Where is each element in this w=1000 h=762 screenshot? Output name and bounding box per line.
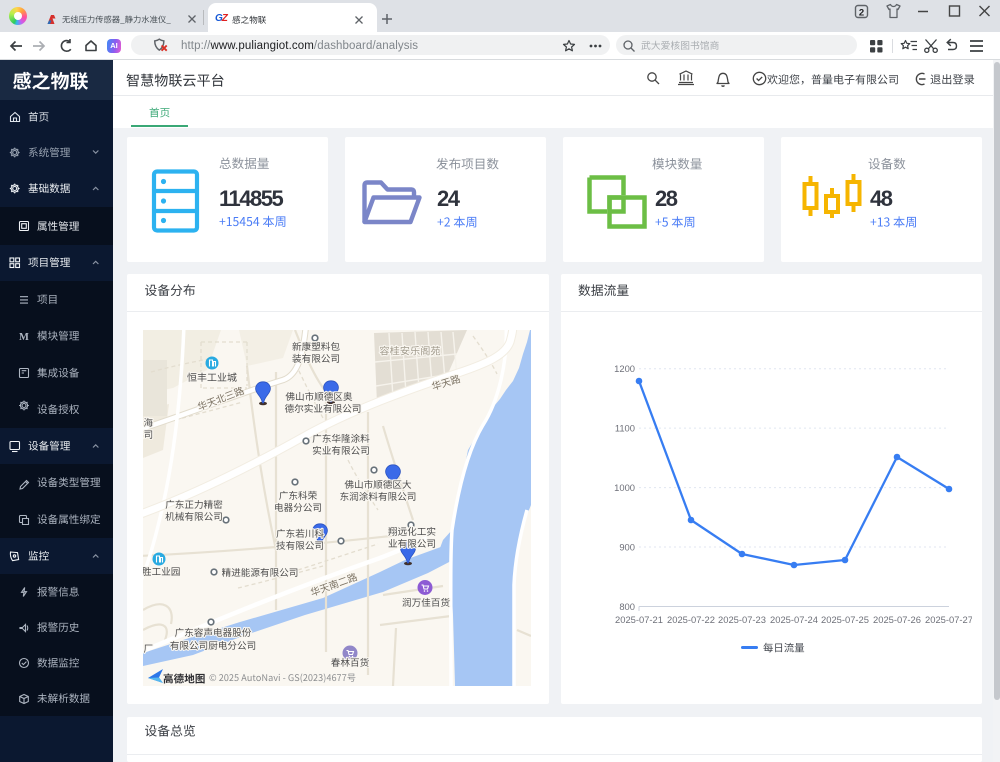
svg-text:2025-07-26: 2025-07-26 [873, 614, 921, 625]
svg-text:2025-07-25: 2025-07-25 [821, 614, 869, 625]
svg-text:2025-07-21: 2025-07-21 [615, 614, 663, 625]
svg-text:2025-07-23: 2025-07-23 [718, 614, 766, 625]
svg-text:2: 2 [859, 8, 864, 19]
svg-text:M: M [19, 332, 29, 343]
svg-text:2025-07-27: 2025-07-27 [925, 614, 972, 625]
svg-text:1200: 1200 [614, 363, 635, 374]
svg-text:2025-07-24: 2025-07-24 [770, 614, 818, 625]
svg-text:800: 800 [619, 601, 635, 612]
svg-text:900: 900 [619, 542, 635, 553]
svg-text:1100: 1100 [615, 423, 635, 434]
svg-text:1000: 1000 [614, 482, 635, 493]
svg-text:2025-07-22: 2025-07-22 [667, 614, 715, 625]
